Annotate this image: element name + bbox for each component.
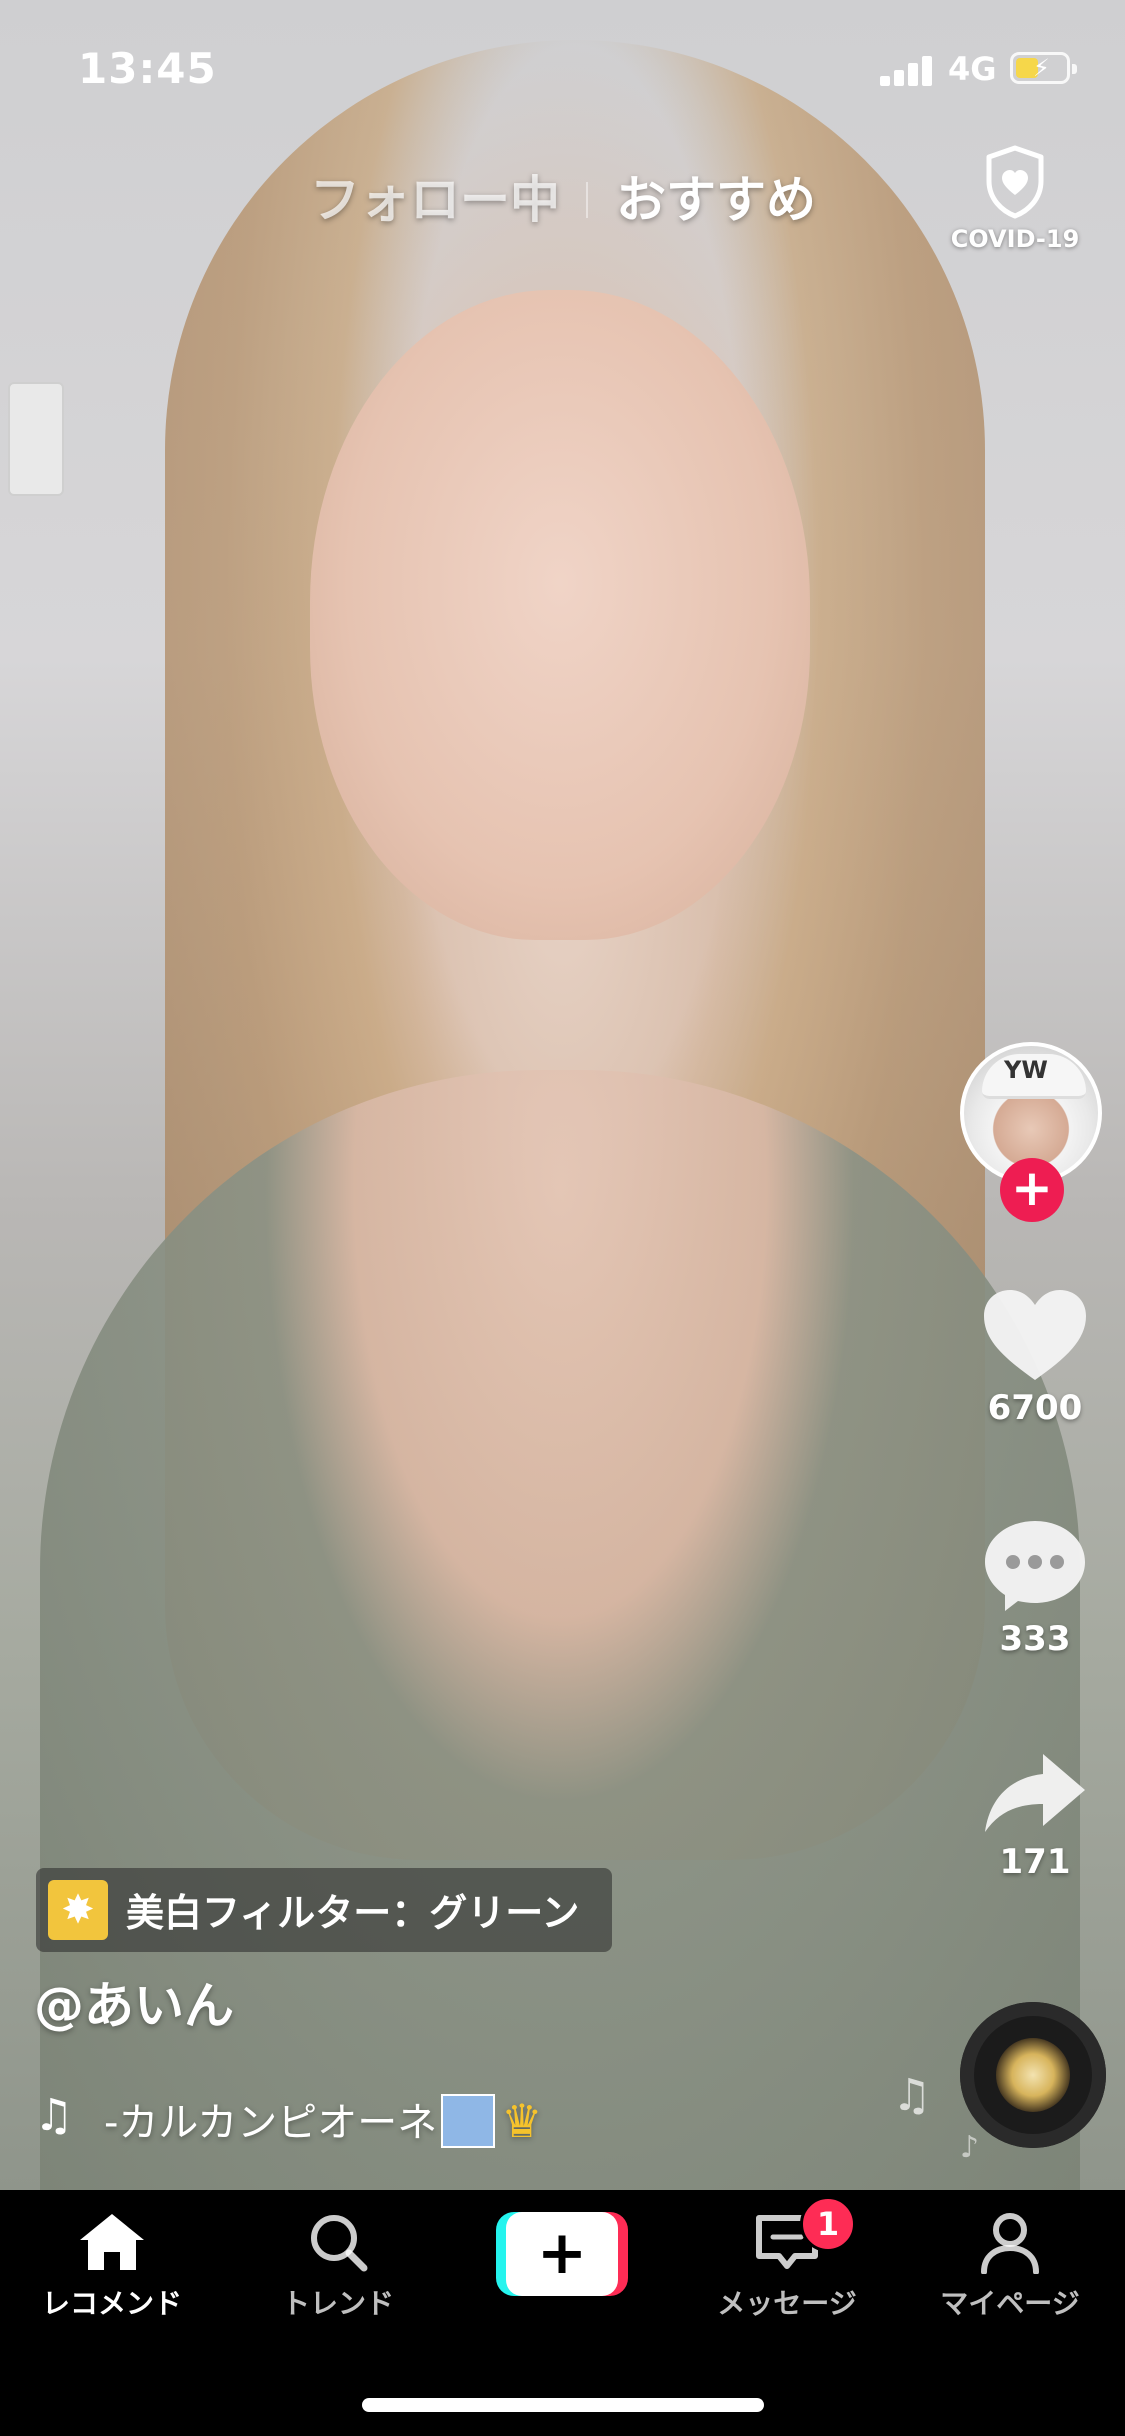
effect-label: 美白フィルター：グリーン	[126, 1891, 580, 1935]
status-time: 13:45	[78, 44, 217, 93]
covid-info-button[interactable]: COVID-19	[950, 145, 1080, 253]
person-icon	[981, 2213, 1039, 2274]
comment-button[interactable]: 333	[975, 1515, 1095, 1659]
comment-count: 333	[999, 1619, 1071, 1659]
nav-messages[interactable]: メッセージ	[687, 2210, 887, 2322]
network-type: 4G	[948, 50, 997, 88]
avatar-cap-text: YW	[1004, 1056, 1048, 1084]
signal-icon	[880, 54, 936, 86]
covid-label: COVID-19	[950, 225, 1080, 253]
floating-music-note-icon: ♫	[892, 2070, 932, 2121]
nav-me[interactable]: マイページ	[910, 2210, 1110, 2322]
plus-icon: +	[506, 2212, 618, 2296]
nav-messages-label: メッセージ	[717, 2287, 857, 2320]
floating-music-note-small-icon: ♪	[960, 2130, 980, 2165]
wall-switch-background	[8, 382, 64, 496]
search-icon	[311, 2215, 368, 2272]
shield-heart-icon	[986, 145, 1044, 219]
music-disc-cover	[996, 2038, 1070, 2112]
follow-button[interactable]: +	[1000, 1158, 1064, 1222]
nav-home-label: レコメンド	[41, 2287, 182, 2320]
comment-bubble-icon	[985, 1521, 1085, 1611]
video-subject-face	[310, 290, 810, 940]
heart-icon	[984, 1290, 1086, 1380]
share-arrow-icon	[985, 1754, 1085, 1832]
battery-icon: ⚡	[1010, 52, 1077, 84]
sparkle-icon: ✸	[48, 1880, 108, 1940]
tab-following[interactable]: フォロー中	[310, 160, 560, 232]
nav-me-label: マイページ	[940, 2287, 1080, 2320]
home-indicator[interactable]	[362, 2398, 764, 2412]
music-title: ‐カルカンピオーネ ♛	[104, 2090, 542, 2152]
creator-username[interactable]: @あいん	[34, 1966, 234, 2038]
share-count: 171	[999, 1842, 1071, 1882]
japan-map-icon	[441, 2094, 496, 2148]
effect-chip[interactable]: ✸ 美白フィルター：グリーン	[36, 1868, 612, 1952]
nav-home[interactable]: レコメンド	[12, 2210, 212, 2322]
messages-badge: 1	[800, 2196, 856, 2252]
music-row[interactable]: ♫ ‐カルカンピオーネ ♛	[34, 2086, 654, 2150]
like-button[interactable]: 6700	[975, 1286, 1095, 1428]
music-disc[interactable]	[960, 2002, 1106, 2148]
video-player[interactable]	[0, 0, 1125, 2190]
create-video-button[interactable]: +	[496, 2212, 628, 2296]
creator-avatar-group: YW +	[960, 1042, 1110, 1222]
status-bar: 13:45 4G ⚡	[0, 0, 1125, 140]
nav-trend[interactable]: トレンド	[238, 2210, 438, 2322]
music-note-icon: ♫	[34, 2090, 74, 2141]
like-count: 6700	[987, 1388, 1083, 1428]
home-icon	[80, 2214, 144, 2270]
tab-for-you[interactable]: おすすめ	[616, 160, 816, 232]
nav-trend-label: トレンド	[281, 2287, 394, 2320]
music-title-text: ‐カルカンピオーネ	[104, 2100, 438, 2146]
tab-divider	[586, 182, 588, 218]
crown-icon: ♛	[501, 2094, 543, 2148]
share-button[interactable]: 171	[975, 1748, 1095, 1882]
